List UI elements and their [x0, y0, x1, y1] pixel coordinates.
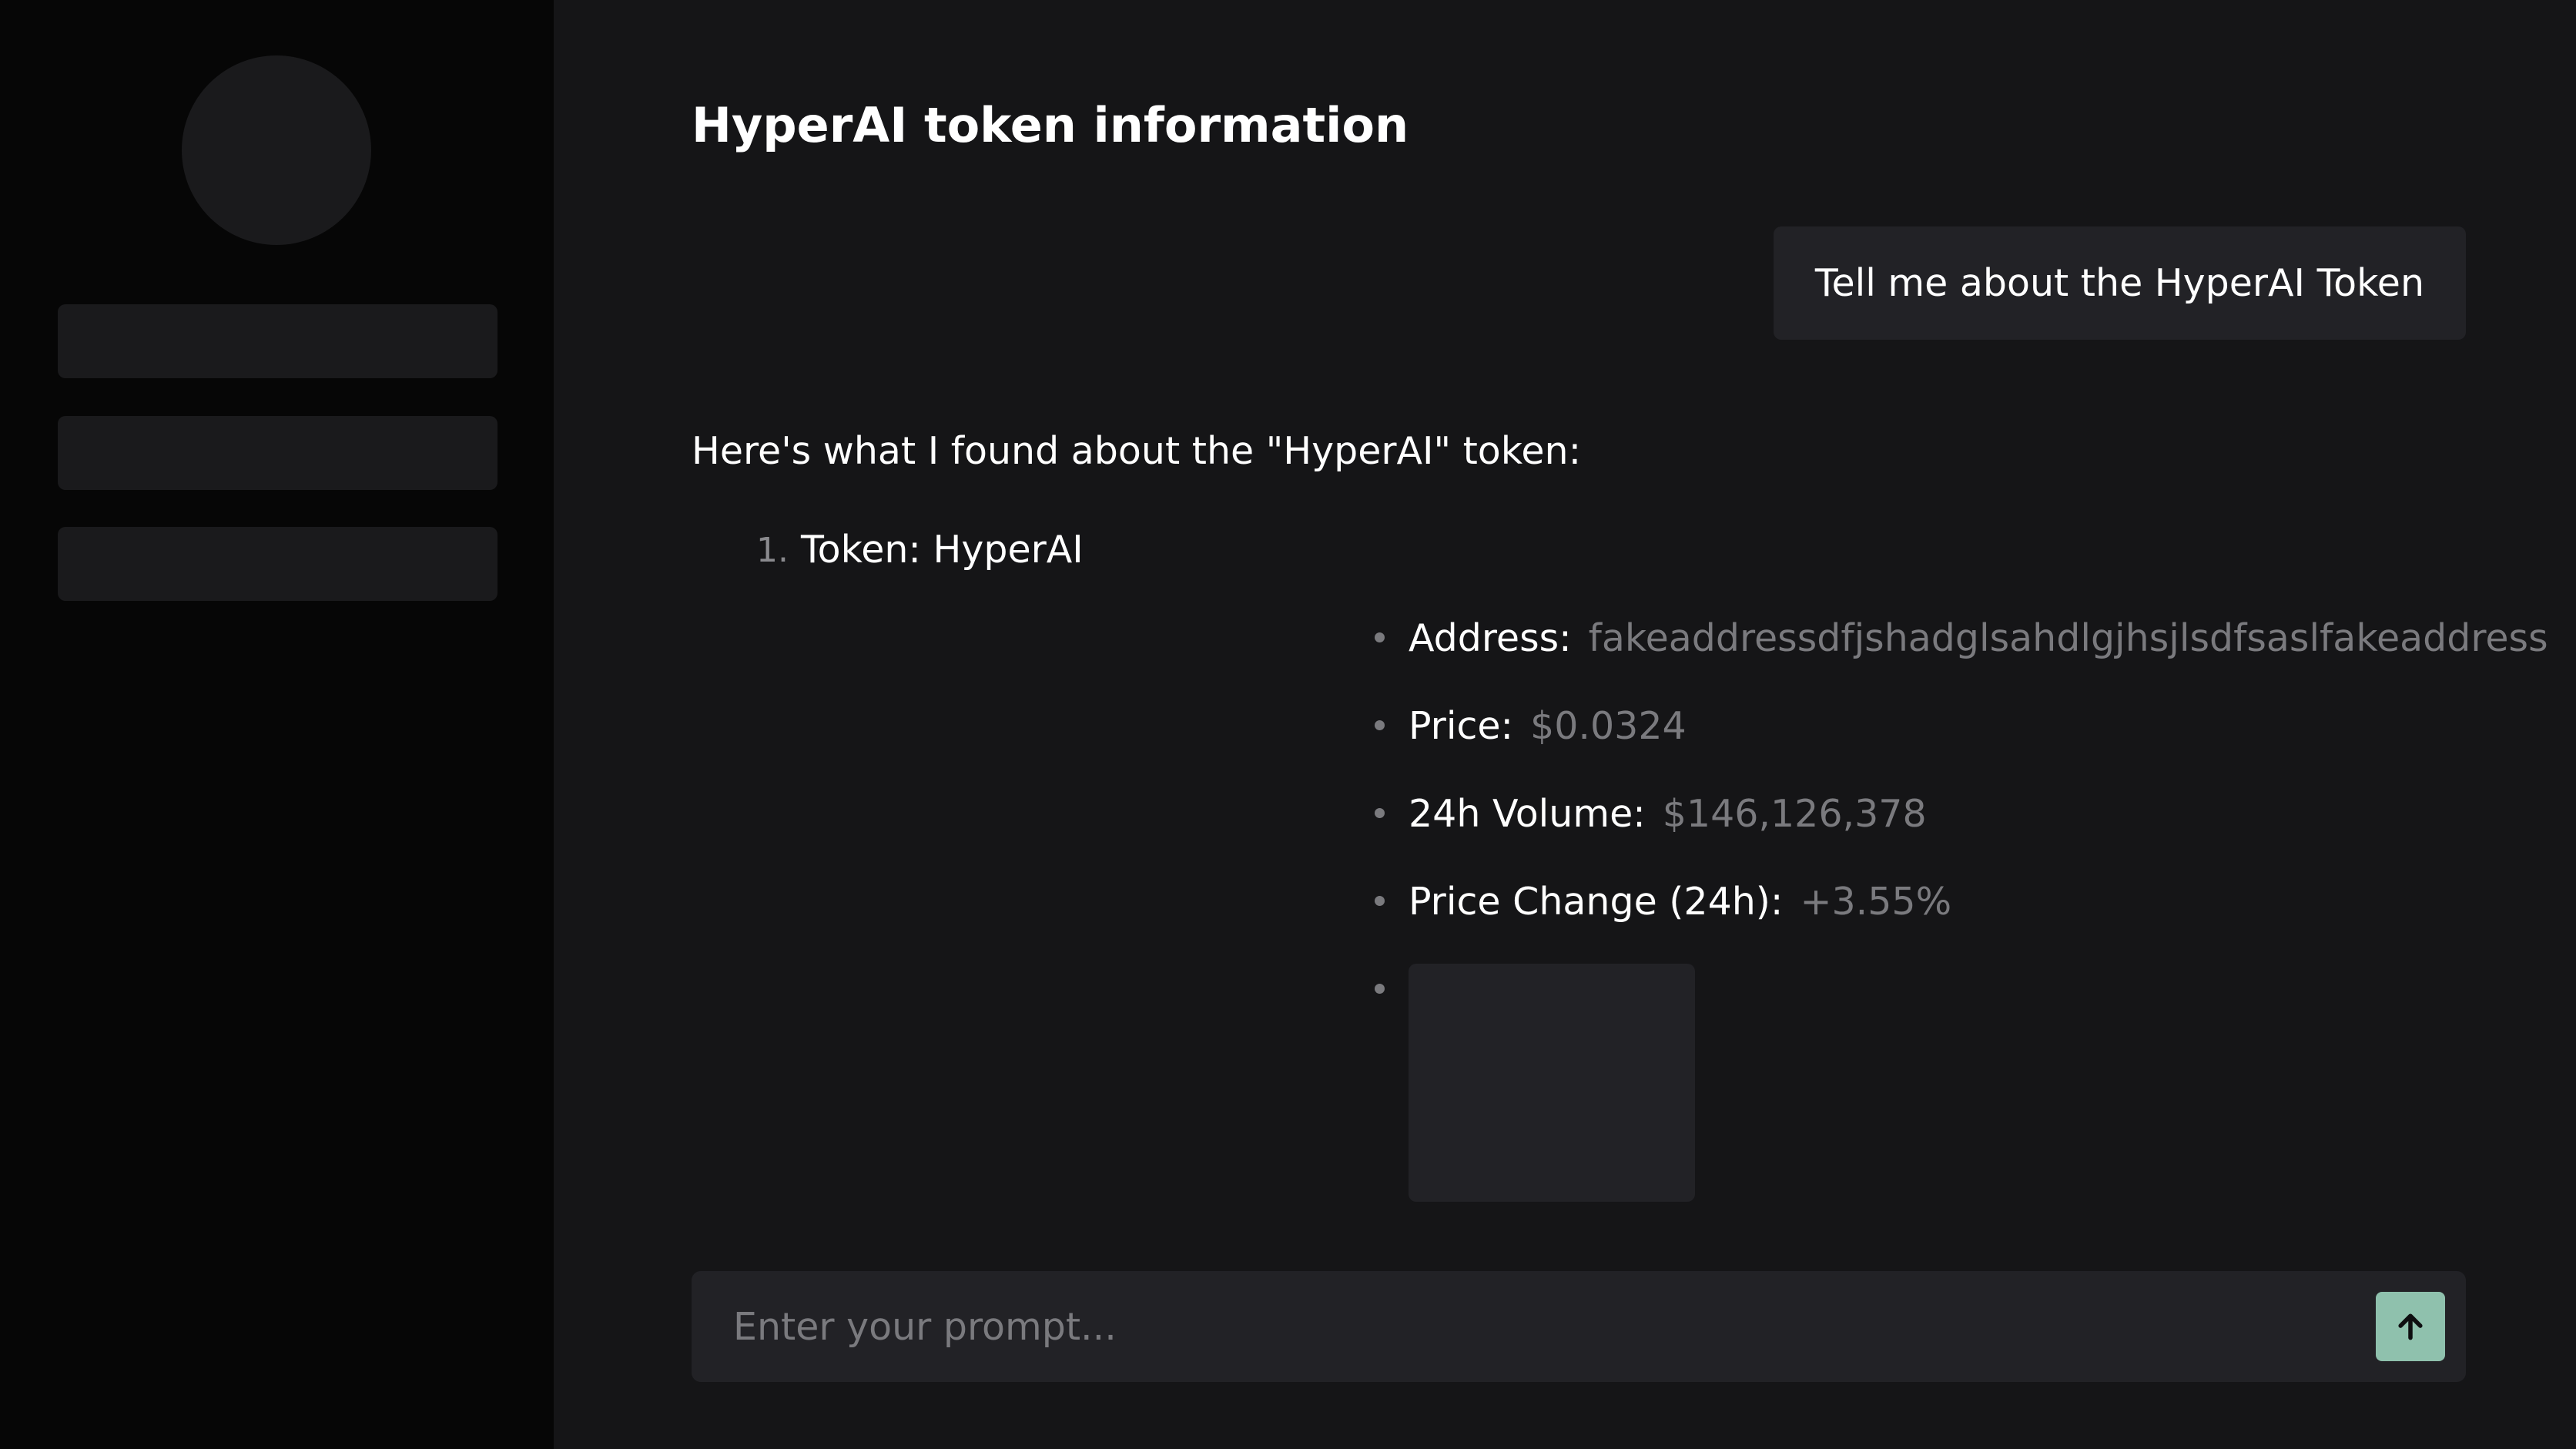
bullet-icon	[1375, 632, 1385, 642]
detail-price: Price: $0.0324	[1409, 697, 1687, 756]
avatar-placeholder	[182, 55, 371, 245]
detail-value: fakeaddressdfjshadglsahdlgjhsjlsdfsaslfa…	[1588, 616, 2548, 660]
user-message-bubble: Tell me about the HyperAI Token	[1773, 226, 2466, 340]
detail-label: Price:	[1409, 704, 1514, 748]
page-title: HyperAI token information	[692, 97, 1409, 153]
user-message-text: Tell me about the HyperAI Token	[1814, 261, 2424, 305]
list-number: 1.	[756, 531, 789, 570]
main-content: HyperAI token information Tell me about …	[554, 0, 2576, 1449]
chart-image-placeholder	[1409, 964, 1695, 1202]
detail-label: Price Change (24h):	[1409, 880, 1784, 924]
detail-value: +3.55%	[1800, 880, 1952, 924]
sidebar-item-placeholder-1[interactable]	[58, 304, 497, 378]
token-name-line: Token: HyperAI	[801, 528, 1084, 572]
bullet-icon	[1375, 808, 1385, 818]
detail-value: $0.0324	[1530, 704, 1687, 748]
detail-label: 24h Volume:	[1409, 792, 1646, 836]
sidebar-item-placeholder-3[interactable]	[58, 527, 497, 601]
sidebar-item-placeholder-2[interactable]	[58, 416, 497, 490]
detail-address: Address: fakeaddressdfjshadglsahdlgjhsjls…	[1409, 609, 2548, 668]
detail-value: $146,126,378	[1662, 792, 1927, 836]
prompt-input[interactable]	[733, 1271, 2350, 1382]
assistant-intro-text: Here's what I found about the "HyperAI" …	[692, 429, 1582, 473]
detail-label: Address:	[1409, 616, 1572, 660]
detail-price-change: Price Change (24h): +3.55%	[1409, 873, 1951, 931]
sidebar	[0, 0, 554, 1449]
bullet-icon	[1375, 720, 1385, 730]
arrow-up-icon	[2393, 1310, 2427, 1343]
bullet-icon	[1375, 896, 1385, 906]
app: HyperAI token information Tell me about …	[0, 0, 2576, 1449]
bullet-icon	[1375, 984, 1385, 994]
send-button[interactable]	[2376, 1292, 2445, 1361]
detail-volume: 24h Volume: $146,126,378	[1409, 785, 1927, 844]
prompt-bar	[692, 1271, 2466, 1382]
